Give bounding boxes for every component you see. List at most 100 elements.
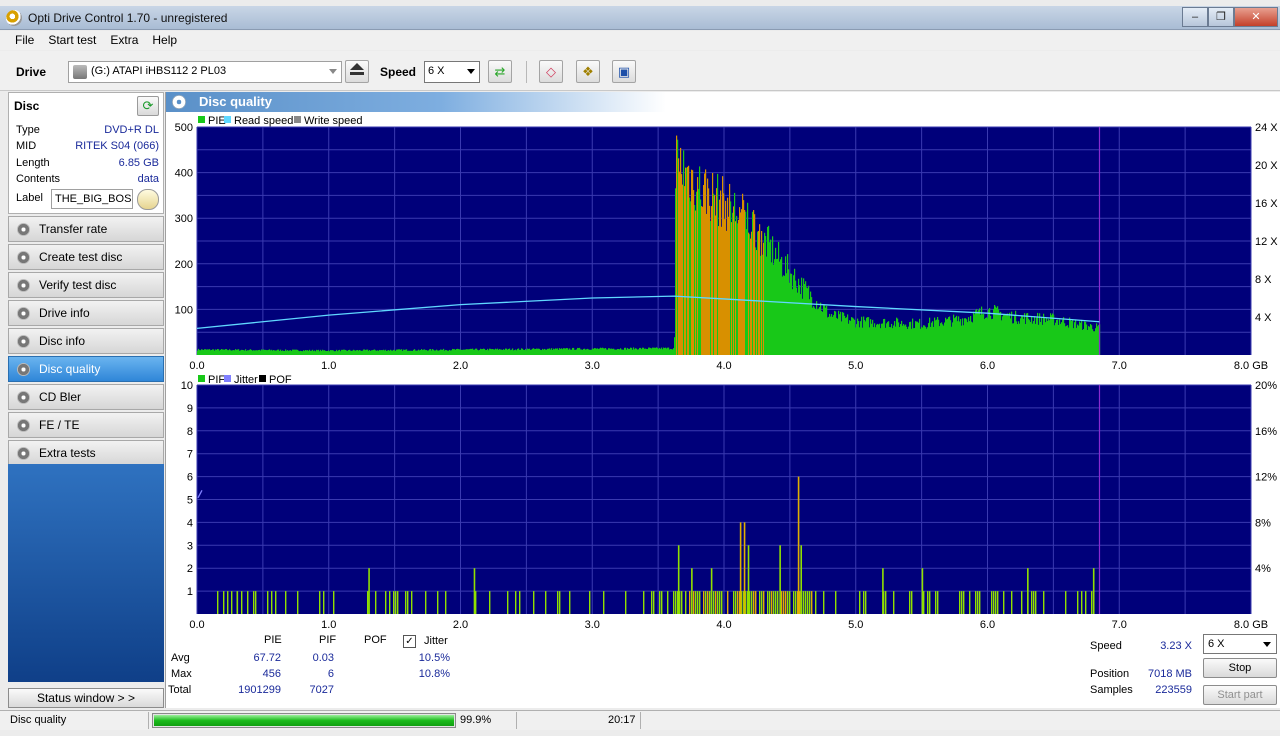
nav-fe-te[interactable]: FE / TE <box>8 412 164 438</box>
pif-bar <box>661 591 663 614</box>
pif-bar <box>733 591 735 614</box>
eject-icon <box>350 63 364 75</box>
pie-y-tick: 500 <box>175 122 193 134</box>
pif-bar <box>397 591 399 614</box>
start-part-button[interactable]: Start part <box>1203 685 1277 705</box>
pif-spike <box>473 568 476 614</box>
legend-swatch-pof <box>259 375 266 382</box>
pif-y2-tick: 8% <box>1255 517 1271 529</box>
nav-verify-test-disc[interactable]: Verify test disc <box>8 272 164 298</box>
pif-bar <box>297 591 299 614</box>
pie-y2-tick: 12 X <box>1255 236 1278 248</box>
pif-spike <box>797 476 800 614</box>
pie-y-tick: 200 <box>175 259 193 271</box>
disc-type-value: DVD+R DL <box>104 124 159 136</box>
pif-bar <box>411 591 413 614</box>
pif-bar <box>763 591 765 614</box>
pif-bar <box>823 591 825 614</box>
disc-icon <box>17 419 30 432</box>
pif-bar <box>789 591 791 614</box>
nav-drive-info[interactable]: Drive info <box>8 300 164 326</box>
pif-bar <box>693 591 695 614</box>
status-separator <box>516 712 517 729</box>
stop-button[interactable]: Stop <box>1203 658 1277 678</box>
test-speed-select[interactable]: 6 X <box>1203 634 1277 654</box>
chevron-down-icon <box>329 69 337 74</box>
erase-button[interactable]: ◇ <box>539 60 563 83</box>
pif-bar <box>713 591 715 614</box>
menu-start-test[interactable]: Start test <box>41 31 103 50</box>
nav-disc-quality[interactable]: Disc quality <box>8 356 164 382</box>
minimize-button[interactable]: – <box>1182 7 1208 27</box>
menu-help[interactable]: Help <box>145 31 184 50</box>
pif-spike <box>747 545 750 614</box>
pif-bar <box>569 591 571 614</box>
pif-bar <box>319 591 321 614</box>
pie-x-tick: 3.0 <box>585 360 600 372</box>
copy-icon: ❖ <box>582 64 594 79</box>
nav-extra-tests[interactable]: Extra tests <box>8 440 164 466</box>
status-separator <box>148 712 149 729</box>
pif-bar <box>271 591 273 614</box>
disc-icon <box>17 447 30 460</box>
nav-disc-info[interactable]: Disc info <box>8 328 164 354</box>
pie-y2-tick: 8 X <box>1255 274 1272 286</box>
pif-spike <box>677 545 680 614</box>
drive-select[interactable]: (G:) ATAPI iHBS112 2 PL03 <box>68 61 342 83</box>
disc-icon <box>17 391 30 404</box>
pif-bar <box>803 591 805 614</box>
disc-contents-label: Contents <box>16 173 61 185</box>
disc-label-input[interactable]: THE_BIG_BOSS <box>51 189 133 209</box>
pie-x-tick: 4.0 <box>716 360 731 372</box>
pif-spike <box>739 522 742 614</box>
disc-refresh-button[interactable]: ⟳ <box>137 96 159 116</box>
pie-x-tick: 1.0 <box>321 360 336 372</box>
menu-file[interactable]: File <box>8 31 41 50</box>
nav-cd-bler[interactable]: CD Bler <box>8 384 164 410</box>
disc-mid-label: MID <box>16 140 37 152</box>
pif-bar <box>859 591 861 614</box>
pif-x-tick: 6.0 <box>980 619 995 630</box>
pif-bar <box>1077 591 1079 614</box>
pif-bar <box>1043 591 1045 614</box>
pif-y2-tick: 16% <box>1255 426 1277 438</box>
disc-mid-row: MID RITEK S04 (066) <box>16 140 159 154</box>
pif-bar <box>385 591 387 614</box>
pif-bar <box>991 591 993 614</box>
pif-bar <box>217 591 219 614</box>
pif-bar <box>367 591 369 614</box>
disc-label-button[interactable] <box>137 189 159 210</box>
avg-jitter-value: 10.5% <box>418 652 450 664</box>
left-panel: Disc ⟳ Type DVD+R DL MID RITEK S04 (066)… <box>8 92 164 708</box>
jitter-checkbox[interactable]: ✓ <box>403 635 416 648</box>
pif-bar <box>753 591 755 614</box>
save-button[interactable]: ▣ <box>612 60 636 83</box>
col-pof-header: POF <box>364 634 387 646</box>
samples-value: 223559 <box>1155 684 1192 696</box>
copy-button[interactable]: ❖ <box>576 60 600 83</box>
speed-select[interactable]: 6 X <box>424 61 480 83</box>
pie-y2-tick: 20 X <box>1255 160 1278 172</box>
pif-bar <box>223 591 225 614</box>
disc-type-row: Type DVD+R DL <box>16 124 159 138</box>
eject-button[interactable] <box>345 60 369 83</box>
pif-bar <box>437 591 439 614</box>
maximize-button[interactable]: ❐ <box>1208 7 1234 27</box>
pif-bar <box>685 591 687 614</box>
pif-y-tick: 6 <box>187 472 193 484</box>
status-window-button[interactable]: Status window > > <box>8 688 164 708</box>
drive-label: Drive <box>16 65 47 79</box>
refresh-speed-button[interactable]: ⇄ <box>488 60 512 83</box>
close-button[interactable]: ✕ <box>1234 7 1278 27</box>
pif-y-tick: 1 <box>187 586 193 598</box>
menu-extra[interactable]: Extra <box>103 31 145 50</box>
nav-label: CD Bler <box>39 390 82 404</box>
nav-transfer-rate[interactable]: Transfer rate <box>8 216 164 242</box>
nav-create-test-disc[interactable]: Create test disc <box>8 244 164 270</box>
panel-title: Disc quality <box>199 94 272 109</box>
pif-bar <box>995 591 997 614</box>
legend-swatch-pif <box>198 375 205 382</box>
pif-bar <box>909 591 911 614</box>
pif-bar <box>603 591 605 614</box>
pif-bar <box>993 591 995 614</box>
